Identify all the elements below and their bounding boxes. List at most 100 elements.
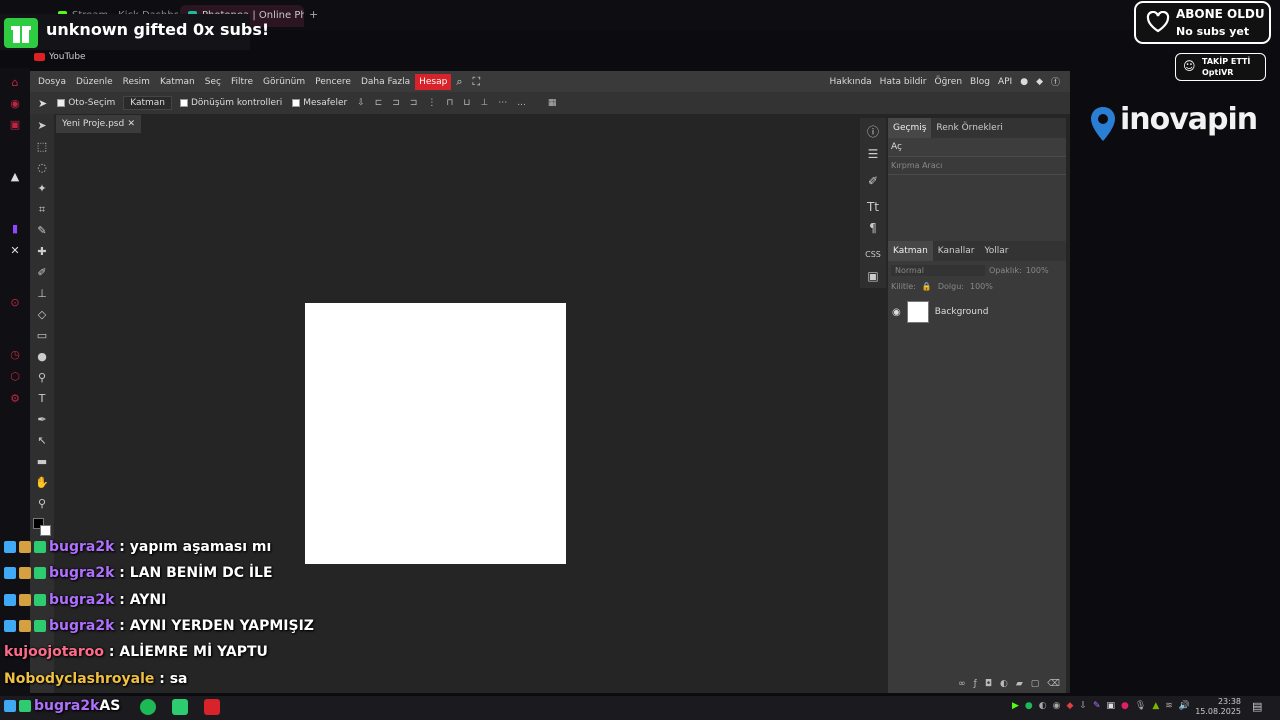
path-select-icon[interactable]: ↖ — [34, 433, 50, 449]
sidebar-a-icon[interactable]: ▲ — [8, 170, 22, 184]
menu-sec[interactable]: Seç — [200, 77, 226, 87]
shield-icon[interactable]: ◆ — [1067, 701, 1074, 711]
x-icon[interactable]: ✕ — [8, 244, 22, 258]
twitch-icon[interactable]: ▮ — [8, 222, 22, 236]
distribute-h-icon[interactable]: ⋯ — [498, 98, 507, 108]
more-options-button[interactable]: ... — [517, 98, 526, 108]
effects-icon[interactable]: ƒ — [974, 679, 977, 689]
zoom-tool-icon[interactable]: ⚲ — [34, 496, 50, 512]
brush-panel-icon[interactable]: ✐ — [864, 172, 882, 190]
browser-icon[interactable] — [204, 699, 220, 715]
layer-row[interactable]: ◉ Background — [888, 299, 1066, 325]
sidebar-box-icon[interactable]: ⬡ — [8, 370, 22, 384]
eyedropper-icon[interactable]: ✎ — [34, 223, 50, 239]
spotify-tray-icon[interactable]: ● — [1025, 701, 1033, 711]
align-left-icon[interactable]: ⊏ — [375, 98, 383, 108]
hand-tool-icon[interactable]: ✋ — [34, 475, 50, 491]
tab-history[interactable]: Geçmiş — [888, 118, 932, 138]
align-top-icon[interactable]: ⊓ — [446, 98, 453, 108]
tab-paths[interactable]: Yollar — [979, 241, 1013, 261]
autoselect-checkbox[interactable]: Oto-Seçim — [57, 98, 115, 108]
menu-filtre[interactable]: Filtre — [226, 77, 258, 87]
menu-hakkinda[interactable]: Hakkında — [830, 77, 872, 87]
new-tab-button[interactable]: + — [309, 8, 318, 21]
sidebar-game-icon[interactable]: ◉ — [8, 97, 22, 111]
sidebar-clock-icon[interactable]: ◷ — [8, 348, 22, 362]
history-item[interactable]: Aç — [888, 138, 1066, 156]
blur-tool-icon[interactable]: ● — [34, 349, 50, 365]
eye-icon[interactable]: ◉ — [892, 307, 901, 318]
recording-icon[interactable]: ● — [1121, 701, 1129, 711]
opacity-input[interactable]: 100% — [1026, 266, 1049, 275]
menu-daha-fazla[interactable]: Daha Fazla — [356, 77, 415, 87]
blend-mode-select[interactable]: Normal — [891, 265, 985, 276]
adjustments-icon[interactable]: ☰ — [864, 145, 882, 163]
transform-checkbox[interactable]: Dönüşüm kontrolleri — [180, 98, 282, 108]
grid-icon[interactable]: ▦ — [548, 98, 557, 108]
marquee-tool-icon[interactable]: ⬚ — [34, 139, 50, 155]
type-tool-icon[interactable]: T — [34, 391, 50, 407]
gradient-tool-icon[interactable]: ▭ — [34, 328, 50, 344]
fill-input[interactable]: 100% — [970, 282, 993, 291]
align-bottom-icon[interactable]: ⊥ — [480, 98, 488, 108]
steam-icon[interactable]: ◉ — [1053, 701, 1061, 711]
move-tool-icon[interactable]: ➤ — [34, 118, 50, 134]
discord-icon[interactable]: ◐ — [1039, 701, 1047, 711]
menu-dosya[interactable]: Dosya — [33, 77, 71, 87]
search-icon[interactable]: ⌕ — [451, 75, 467, 89]
new-layer-icon[interactable]: ▢ — [1031, 679, 1040, 689]
spotify-icon[interactable] — [140, 699, 156, 715]
tab-layers[interactable]: Katman — [888, 241, 933, 261]
distribute-icon[interactable]: ⋮ — [427, 98, 436, 108]
info-icon[interactable]: ⓘ — [864, 123, 882, 141]
app-icon[interactable] — [172, 699, 188, 715]
document-tab[interactable]: Yeni Proje.psd ✕ — [56, 115, 141, 133]
background-color-swatch[interactable] — [40, 525, 51, 536]
menu-resim[interactable]: Resim — [118, 77, 155, 87]
link-icon[interactable]: ∞ — [958, 679, 966, 689]
menu-ogren[interactable]: Öğren — [935, 77, 963, 87]
menu-gorunum[interactable]: Görünüm — [258, 77, 310, 87]
brush-tool-icon[interactable]: ✐ — [34, 265, 50, 281]
magic-wand-icon[interactable]: ✦ — [34, 181, 50, 197]
sidebar-settings-icon[interactable]: ⚙ — [8, 392, 22, 406]
bookmark-youtube[interactable]: YouTube — [34, 52, 86, 62]
history-item[interactable]: Kırpma Aracı — [888, 156, 1066, 175]
adjustment-icon[interactable]: ◐ — [1000, 679, 1008, 689]
align-center-icon[interactable]: ⊐ — [392, 98, 400, 108]
volume-icon[interactable]: 🔊 — [1179, 701, 1190, 711]
wifi-icon[interactable]: ≋ — [1165, 701, 1173, 711]
document-canvas[interactable] — [305, 303, 566, 564]
notification-icon[interactable]: ▤ — [1252, 700, 1262, 713]
twitter-icon[interactable]: ◆ — [1036, 77, 1043, 87]
close-icon[interactable]: ✕ — [127, 115, 135, 133]
nvidia-icon[interactable]: ▲ — [1152, 701, 1159, 711]
download-icon[interactable]: ⇩ — [357, 98, 365, 108]
play-icon[interactable]: ▶ — [1012, 701, 1019, 711]
sidebar-m-icon[interactable]: ▣ — [8, 118, 22, 132]
facebook-icon[interactable]: ⓕ — [1051, 75, 1060, 88]
align-right-icon[interactable]: ⊐ — [410, 98, 418, 108]
crop-tool-icon[interactable]: ⌗ — [34, 202, 50, 218]
app-tray-icon[interactable]: ▣ — [1107, 701, 1116, 711]
pen-icon[interactable]: ✎ — [1093, 701, 1101, 711]
menu-hata-bildir[interactable]: Hata bildir — [880, 77, 927, 87]
shape-tool-icon[interactable]: ▬ — [34, 454, 50, 470]
trash-icon[interactable]: ⌫ — [1047, 679, 1060, 689]
css-icon[interactable]: CSS — [864, 246, 882, 264]
eraser-tool-icon[interactable]: ◇ — [34, 307, 50, 323]
mic-icon[interactable]: 🎙 — [1135, 701, 1146, 711]
sidebar-play-icon[interactable]: ⊙ — [8, 296, 22, 310]
distances-checkbox[interactable]: Mesafeler — [292, 98, 347, 108]
menu-hesap[interactable]: Hesap — [415, 73, 452, 90]
menu-duzenle[interactable]: Düzenle — [71, 77, 118, 87]
lasso-tool-icon[interactable]: ◌ — [34, 160, 50, 176]
align-middle-icon[interactable]: ⊔ — [463, 98, 470, 108]
dodge-tool-icon[interactable]: ⚲ — [34, 370, 50, 386]
layer-select-dropdown[interactable]: Katman — [123, 96, 172, 110]
menu-katman[interactable]: Katman — [155, 77, 200, 87]
stamp-tool-icon[interactable]: ⊥ — [34, 286, 50, 302]
character-icon[interactable]: Tt — [864, 198, 882, 216]
image-icon[interactable]: ▣ — [864, 267, 882, 285]
menu-pencere[interactable]: Pencere — [310, 77, 356, 87]
